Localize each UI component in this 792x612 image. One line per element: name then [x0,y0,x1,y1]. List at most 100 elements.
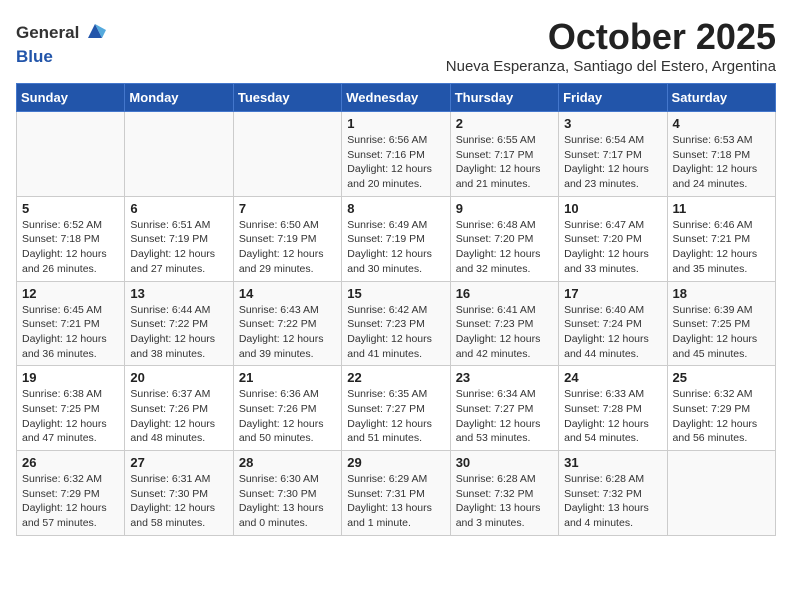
calendar-cell: 26 Sunrise: 6:32 AM Sunset: 7:29 PM Dayli… [17,451,125,536]
cell-day-number: 21 [239,370,336,385]
cell-info-text: Sunrise: 6:49 AM Sunset: 7:19 PM Dayligh… [347,218,444,277]
calendar-cell: 23 Sunrise: 6:34 AM Sunset: 7:27 PM Dayli… [450,366,558,451]
cell-day-number: 11 [673,201,770,216]
cell-info-text: Sunrise: 6:32 AM Sunset: 7:29 PM Dayligh… [673,387,770,446]
cell-info-text: Sunrise: 6:28 AM Sunset: 7:32 PM Dayligh… [564,472,661,531]
calendar-cell [125,112,233,197]
calendar-cell: 31 Sunrise: 6:28 AM Sunset: 7:32 PM Dayli… [559,451,667,536]
calendar-cell: 29Sunrise: 6:29 AM Sunset: 7:31 PM Dayli… [342,451,450,536]
cell-info-text: Sunrise: 6:54 AM Sunset: 7:17 PM Dayligh… [564,133,661,192]
calendar-cell: 24 Sunrise: 6:33 AM Sunset: 7:28 PM Dayli… [559,366,667,451]
cell-day-number: 10 [564,201,661,216]
month-title: October 2025 [446,16,776,58]
calendar-cell: 11Sunrise: 6:46 AM Sunset: 7:21 PM Dayli… [667,196,775,281]
calendar-cell: 18 Sunrise: 6:39 AM Sunset: 7:25 PM Dayli… [667,281,775,366]
calendar-cell: 16Sunrise: 6:41 AM Sunset: 7:23 PM Dayli… [450,281,558,366]
calendar-cell: 17Sunrise: 6:40 AM Sunset: 7:24 PM Dayli… [559,281,667,366]
cell-day-number: 4 [673,116,770,131]
cell-info-text: Sunrise: 6:30 AM Sunset: 7:30 PM Dayligh… [239,472,336,531]
cell-info-text: Sunrise: 6:39 AM Sunset: 7:25 PM Dayligh… [673,303,770,362]
logo-icon [84,20,106,42]
calendar-week-row: 12Sunrise: 6:45 AM Sunset: 7:21 PM Dayli… [17,281,776,366]
calendar-cell: 28 Sunrise: 6:30 AM Sunset: 7:30 PM Dayli… [233,451,341,536]
cell-day-number: 18 [673,286,770,301]
cell-info-text: Sunrise: 6:41 AM Sunset: 7:23 PM Dayligh… [456,303,553,362]
calendar-cell: 22 Sunrise: 6:35 AM Sunset: 7:27 PM Dayli… [342,366,450,451]
cell-info-text: Sunrise: 6:37 AM Sunset: 7:26 PM Dayligh… [130,387,227,446]
calendar-cell: 12Sunrise: 6:45 AM Sunset: 7:21 PM Dayli… [17,281,125,366]
cell-day-number: 29 [347,455,444,470]
calendar-cell: 6 Sunrise: 6:51 AM Sunset: 7:19 PM Daylig… [125,196,233,281]
cell-info-text: Sunrise: 6:40 AM Sunset: 7:24 PM Dayligh… [564,303,661,362]
calendar-week-row: 1Sunrise: 6:56 AM Sunset: 7:16 PM Daylig… [17,112,776,197]
calendar-cell [233,112,341,197]
weekday-header: Saturday [667,84,775,112]
cell-day-number: 20 [130,370,227,385]
cell-info-text: Sunrise: 6:38 AM Sunset: 7:25 PM Dayligh… [22,387,119,446]
cell-day-number: 27 [130,455,227,470]
cell-info-text: Sunrise: 6:32 AM Sunset: 7:29 PM Dayligh… [22,472,119,531]
cell-info-text: Sunrise: 6:34 AM Sunset: 7:27 PM Dayligh… [456,387,553,446]
cell-day-number: 23 [456,370,553,385]
cell-info-text: Sunrise: 6:36 AM Sunset: 7:26 PM Dayligh… [239,387,336,446]
weekday-header: Monday [125,84,233,112]
weekday-header: Thursday [450,84,558,112]
subtitle: Nueva Esperanza, Santiago del Estero, Ar… [446,58,776,75]
cell-info-text: Sunrise: 6:52 AM Sunset: 7:18 PM Dayligh… [22,218,119,277]
weekday-header: Tuesday [233,84,341,112]
calendar-cell: 20 Sunrise: 6:37 AM Sunset: 7:26 PM Dayli… [125,366,233,451]
cell-info-text: Sunrise: 6:51 AM Sunset: 7:19 PM Dayligh… [130,218,227,277]
weekday-header-row: SundayMondayTuesdayWednesdayThursdayFrid… [17,84,776,112]
cell-day-number: 7 [239,201,336,216]
calendar-cell: 1Sunrise: 6:56 AM Sunset: 7:16 PM Daylig… [342,112,450,197]
calendar-week-row: 26 Sunrise: 6:32 AM Sunset: 7:29 PM Dayli… [17,451,776,536]
cell-day-number: 19 [22,370,119,385]
calendar-cell: 10 Sunrise: 6:47 AM Sunset: 7:20 PM Dayli… [559,196,667,281]
cell-day-number: 12 [22,286,119,301]
cell-day-number: 6 [130,201,227,216]
logo: General Blue [16,20,106,66]
cell-day-number: 25 [673,370,770,385]
cell-day-number: 5 [22,201,119,216]
cell-info-text: Sunrise: 6:33 AM Sunset: 7:28 PM Dayligh… [564,387,661,446]
weekday-header: Friday [559,84,667,112]
cell-day-number: 14 [239,286,336,301]
cell-day-number: 31 [564,455,661,470]
calendar-cell: 7 Sunrise: 6:50 AM Sunset: 7:19 PM Daylig… [233,196,341,281]
calendar-cell: 15Sunrise: 6:42 AM Sunset: 7:23 PM Dayli… [342,281,450,366]
cell-info-text: Sunrise: 6:50 AM Sunset: 7:19 PM Dayligh… [239,218,336,277]
logo-line2: Blue [16,47,106,67]
logo-line1: General [16,20,106,47]
calendar-cell [667,451,775,536]
calendar-cell: 25 Sunrise: 6:32 AM Sunset: 7:29 PM Dayli… [667,366,775,451]
calendar-cell: 8Sunrise: 6:49 AM Sunset: 7:19 PM Daylig… [342,196,450,281]
cell-info-text: Sunrise: 6:35 AM Sunset: 7:27 PM Dayligh… [347,387,444,446]
cell-info-text: Sunrise: 6:47 AM Sunset: 7:20 PM Dayligh… [564,218,661,277]
calendar-cell: 3 Sunrise: 6:54 AM Sunset: 7:17 PM Daylig… [559,112,667,197]
calendar-cell: 5 Sunrise: 6:52 AM Sunset: 7:18 PM Daylig… [17,196,125,281]
cell-day-number: 3 [564,116,661,131]
cell-day-number: 13 [130,286,227,301]
cell-day-number: 28 [239,455,336,470]
page-header: General Blue October 2025 Nueva Esperanz… [16,16,776,75]
cell-info-text: Sunrise: 6:28 AM Sunset: 7:32 PM Dayligh… [456,472,553,531]
calendar-cell: 19 Sunrise: 6:38 AM Sunset: 7:25 PM Dayli… [17,366,125,451]
cell-day-number: 24 [564,370,661,385]
calendar-cell: 21 Sunrise: 6:36 AM Sunset: 7:26 PM Dayli… [233,366,341,451]
weekday-header: Sunday [17,84,125,112]
cell-info-text: Sunrise: 6:53 AM Sunset: 7:18 PM Dayligh… [673,133,770,192]
cell-day-number: 22 [347,370,444,385]
cell-info-text: Sunrise: 6:43 AM Sunset: 7:22 PM Dayligh… [239,303,336,362]
cell-day-number: 26 [22,455,119,470]
calendar-week-row: 5 Sunrise: 6:52 AM Sunset: 7:18 PM Daylig… [17,196,776,281]
calendar-cell: 13Sunrise: 6:44 AM Sunset: 7:22 PM Dayli… [125,281,233,366]
calendar-week-row: 19 Sunrise: 6:38 AM Sunset: 7:25 PM Dayli… [17,366,776,451]
calendar-cell: 2Sunrise: 6:55 AM Sunset: 7:17 PM Daylig… [450,112,558,197]
weekday-header: Wednesday [342,84,450,112]
title-block: October 2025 Nueva Esperanza, Santiago d… [446,16,776,75]
cell-day-number: 9 [456,201,553,216]
cell-day-number: 2 [456,116,553,131]
cell-info-text: Sunrise: 6:31 AM Sunset: 7:30 PM Dayligh… [130,472,227,531]
cell-day-number: 30 [456,455,553,470]
calendar-table: SundayMondayTuesdayWednesdayThursdayFrid… [16,83,776,536]
